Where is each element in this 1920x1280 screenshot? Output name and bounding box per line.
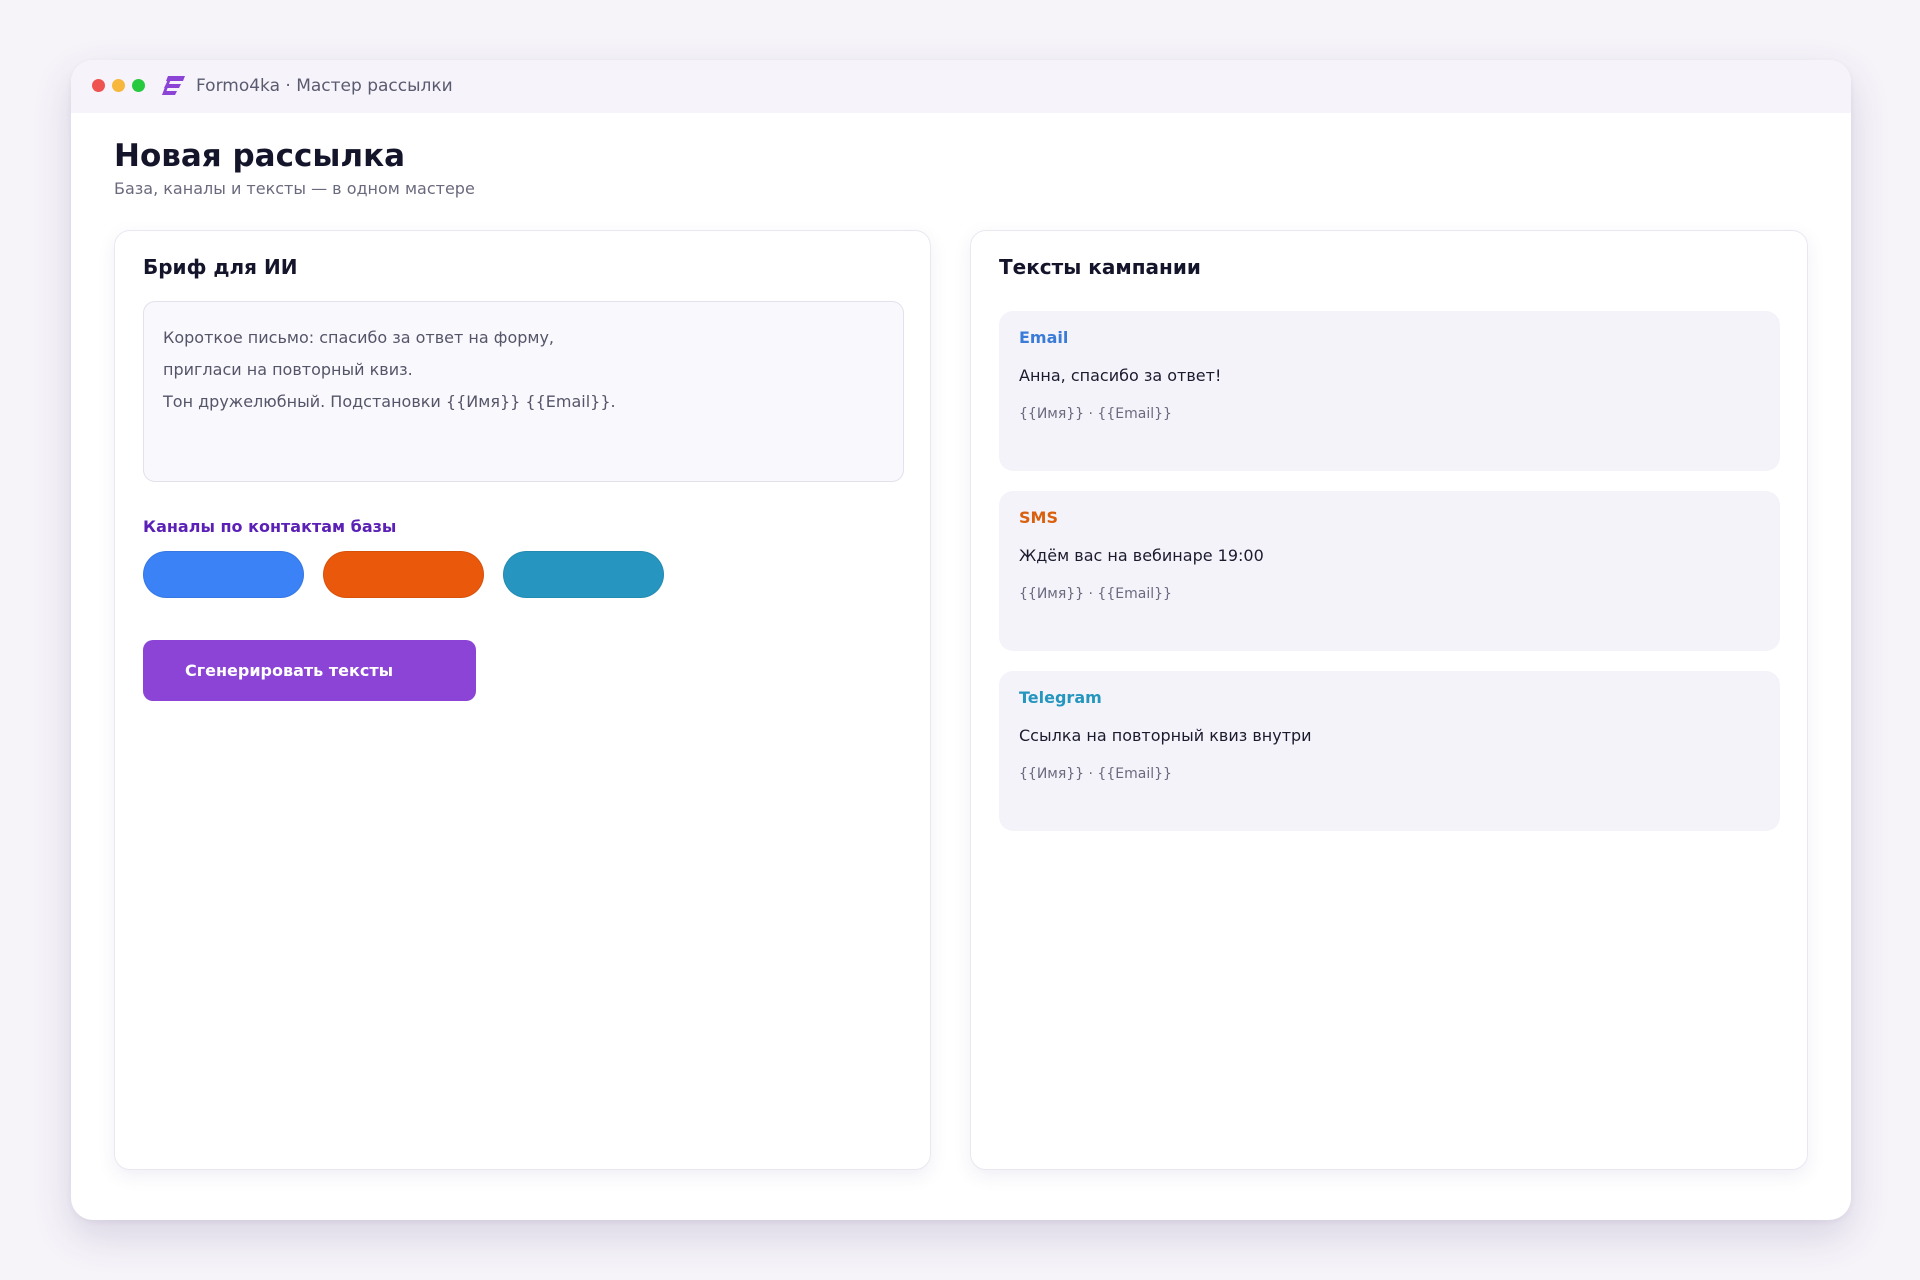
channel-chip-sms[interactable]	[323, 551, 484, 598]
window-title: Formo4ka · Мастер рассылки	[196, 76, 453, 96]
message-text: Ссылка на повторный квиз внутри	[1019, 726, 1312, 745]
message-channel-label: Email	[1019, 328, 1069, 347]
maximize-window-button[interactable]	[132, 79, 145, 92]
message-card-telegram[interactable]: Telegram Ссылка на повторный квиз внутри…	[999, 671, 1780, 831]
app-window: Formo4ka · Мастер рассылки Новая рассылк…	[71, 60, 1851, 1220]
campaign-panel-title: Тексты кампании	[999, 255, 1201, 279]
message-channel-label: Telegram	[1019, 688, 1102, 707]
channels-label: Каналы по контактам базы	[143, 517, 397, 536]
brief-textarea[interactable]: Короткое письмо: спасибо за ответ на фор…	[143, 301, 904, 482]
channel-chip-email[interactable]	[143, 551, 304, 598]
campaign-texts-panel: Тексты кампании Email Анна, спасибо за о…	[970, 230, 1808, 1170]
formo4ka-logo-icon	[162, 76, 185, 95]
message-variables: {{Имя}} · {{Email}}	[1019, 766, 1172, 782]
channel-chip-telegram[interactable]	[503, 551, 664, 598]
page-subtitle: База, каналы и тексты — в одном мастере	[114, 179, 475, 198]
message-card-sms[interactable]: SMS Ждём вас на вебинаре 19:00 {{Имя}} ·…	[999, 491, 1780, 651]
brief-text-line: Короткое письмо: спасибо за ответ на фор…	[163, 328, 555, 347]
message-channel-label: SMS	[1019, 508, 1058, 527]
brief-panel: Бриф для ИИ Короткое письмо: спасибо за …	[114, 230, 931, 1170]
close-window-button[interactable]	[92, 79, 105, 92]
brief-text-line: пригласи на повторный квиз.	[163, 360, 413, 379]
message-text: Ждём вас на вебинаре 19:00	[1019, 546, 1264, 565]
message-card-email[interactable]: Email Анна, спасибо за ответ! {{Имя}} · …	[999, 311, 1780, 471]
message-text: Анна, спасибо за ответ!	[1019, 366, 1222, 385]
message-variables: {{Имя}} · {{Email}}	[1019, 406, 1172, 422]
page-title: Новая рассылка	[114, 138, 406, 174]
brief-text-line: Тон дружелюбный. Подстановки {{Имя}} {{E…	[163, 392, 616, 411]
generate-texts-button[interactable]: Сгенерировать тексты	[143, 640, 476, 701]
title-bar: Formo4ka · Мастер рассылки	[71, 60, 1851, 113]
minimize-window-button[interactable]	[112, 79, 125, 92]
brief-panel-title: Бриф для ИИ	[143, 255, 298, 279]
message-variables: {{Имя}} · {{Email}}	[1019, 586, 1172, 602]
